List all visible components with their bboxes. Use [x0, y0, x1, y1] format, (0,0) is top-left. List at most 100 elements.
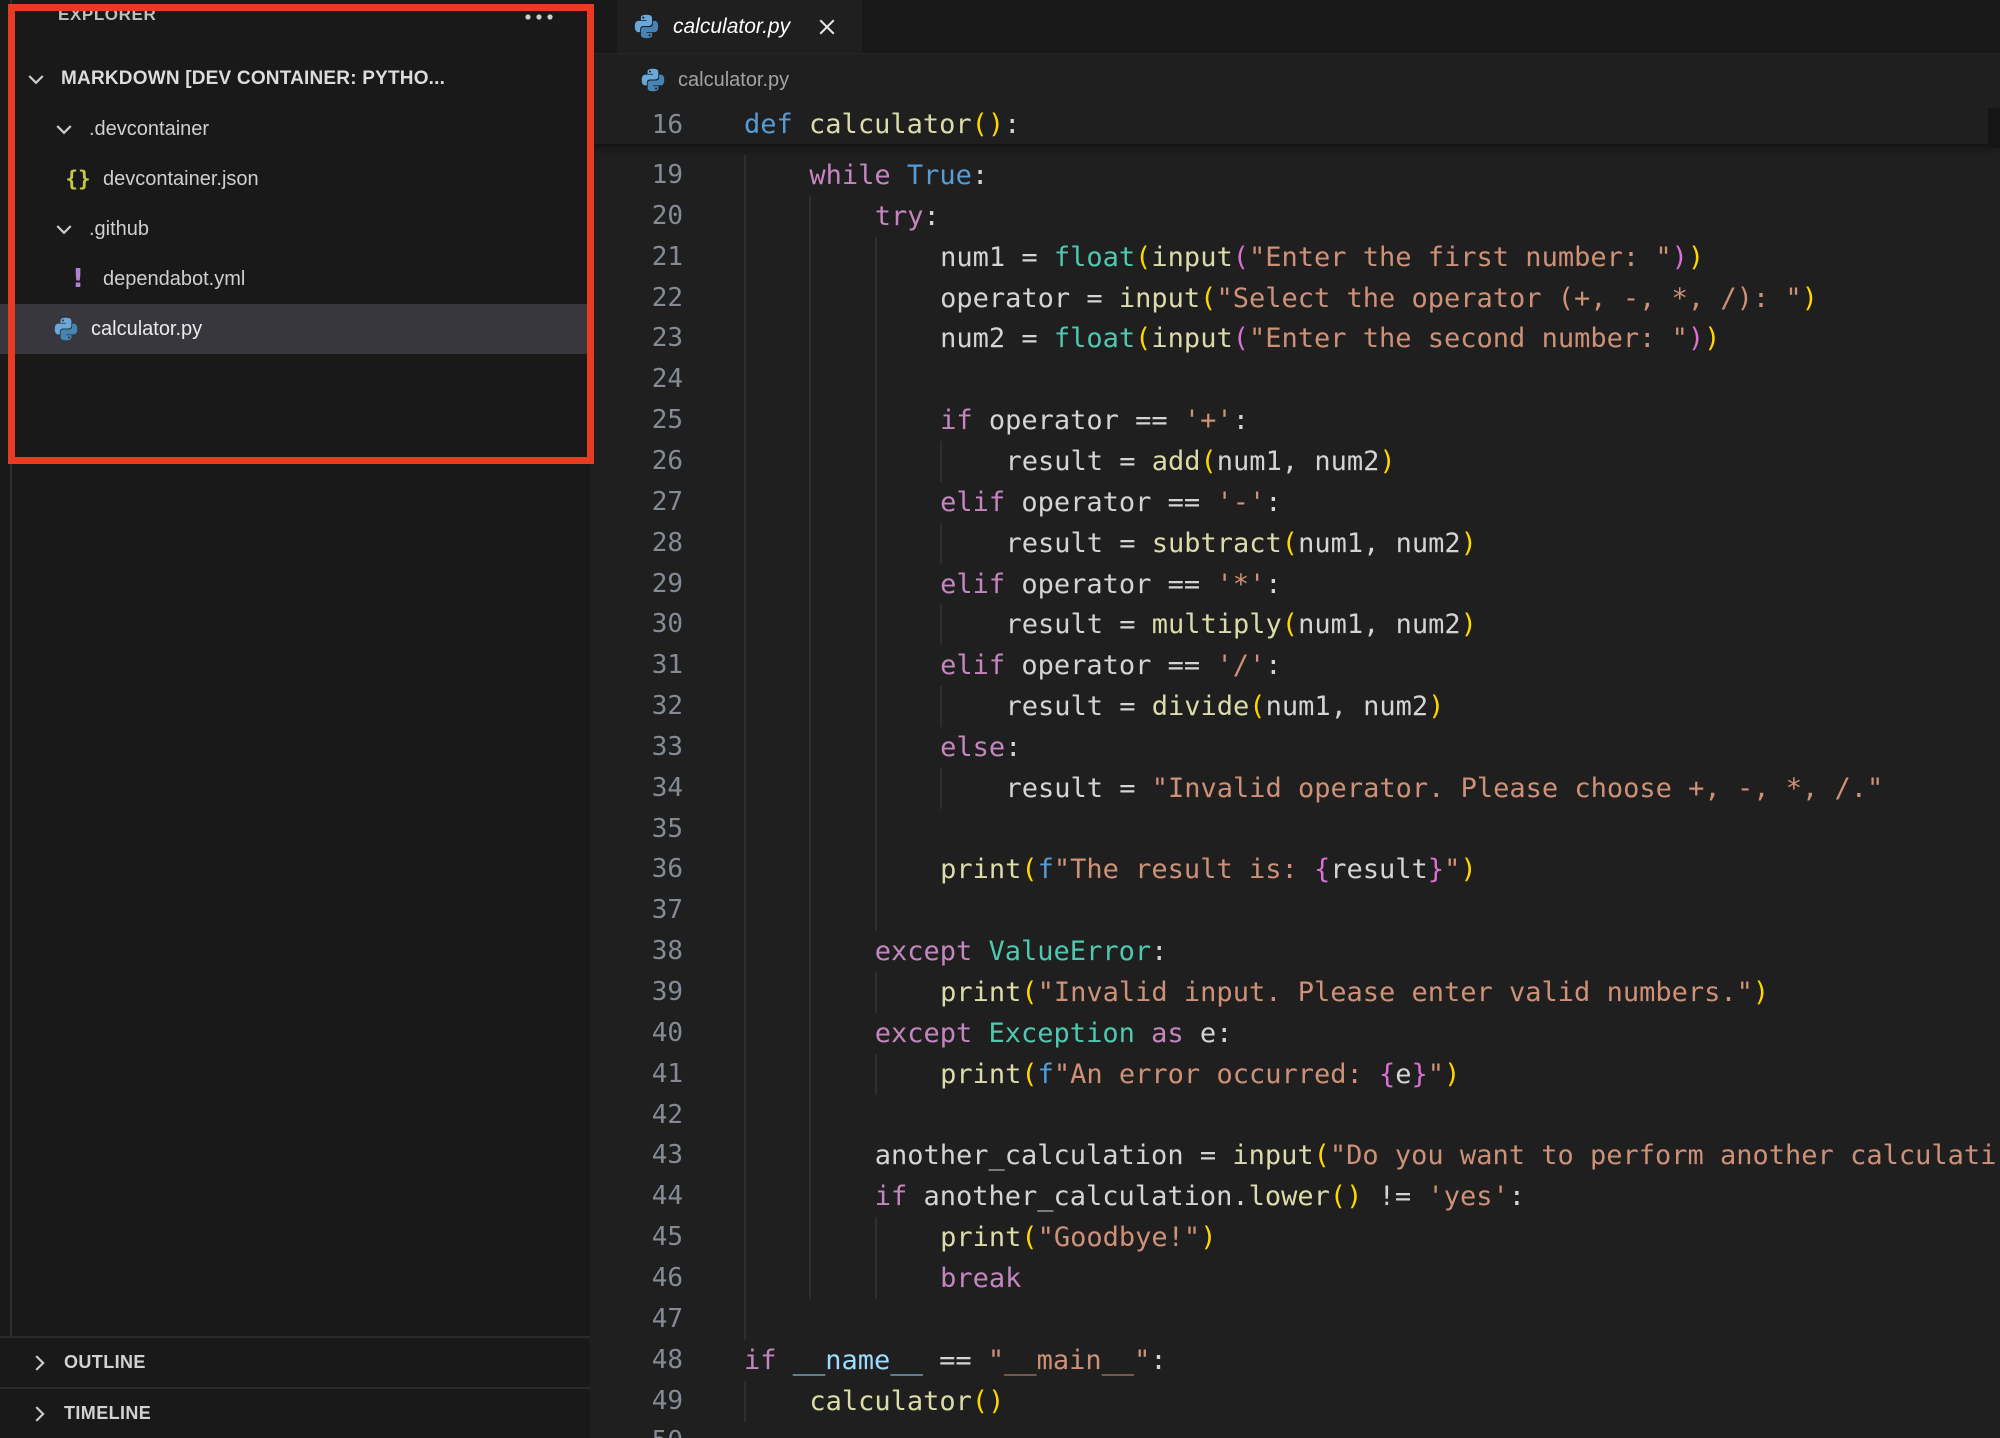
outline-label: OUTLINE: [64, 1352, 146, 1373]
sticky-scroll-line[interactable]: 16def calculator():: [590, 106, 2000, 146]
line-number: 44: [590, 1176, 683, 1217]
indent-guide: [744, 1095, 746, 1136]
breadcrumb-file-label: calculator.py: [678, 69, 789, 92]
indent-guide: [744, 809, 746, 850]
tree-item-dependabot-yml[interactable]: !dependabot.yml: [0, 254, 654, 304]
indent-guide: [809, 890, 811, 931]
indent-guide: [875, 441, 877, 482]
code-line-text: else:: [940, 727, 1021, 768]
sticky-line-text: def calculator():: [744, 106, 1020, 144]
indent-guide: [875, 809, 877, 850]
line-number: 24: [590, 359, 683, 400]
line-number: 46: [590, 1258, 683, 1299]
tree-item-label: .github: [89, 218, 149, 241]
indent-guide: [875, 890, 877, 931]
more-actions-icon[interactable]: [518, 4, 562, 30]
tree-item-github[interactable]: .github: [0, 204, 640, 254]
indent-guide: [809, 1176, 811, 1217]
breadcrumb-item-file[interactable]: calculator.py: [640, 67, 789, 93]
line-number: 33: [590, 727, 683, 768]
explorer-sidebar: EXPLORER MARKDOWN [DEV CONTAINER: PYTHO.…: [0, 0, 590, 1438]
indent-guide: [940, 523, 942, 564]
line-number: 27: [590, 482, 683, 523]
code-line-33: 33 else:: [590, 727, 2000, 768]
code-line-32: 32result = divide(num1, num2): [590, 686, 2000, 727]
code-line-37: 37: [590, 890, 2000, 931]
tree-item-devcontainer-json[interactable]: {}devcontainer.json: [0, 154, 654, 204]
indent-guide: [744, 400, 746, 441]
tab-bar: calculator.py: [590, 0, 2000, 54]
indent-guide: [809, 686, 811, 727]
tree-item-markdown-dev-container-pytho[interactable]: MARKDOWN [DEV CONTAINER: PYTHO...: [0, 54, 612, 104]
code-line-23: 23num2 = float(input("Enter the second n…: [590, 318, 2000, 359]
code-line-30: 30result = multiply(num1, num2): [590, 604, 2000, 645]
code-line-text: elif operator == '-':: [940, 482, 1281, 523]
indent-guide: [875, 237, 877, 278]
chevron-right-icon: [28, 1403, 50, 1425]
outline-section-header[interactable]: OUTLINE: [0, 1336, 590, 1387]
code-line-25: 25if operator == '+':: [590, 400, 2000, 441]
indent-guide: [809, 278, 811, 319]
indent-guide: [875, 1054, 877, 1095]
code-line-39: 39print("Invalid input. Please enter val…: [590, 972, 2000, 1013]
code-line-41: 41print(f"An error occurred: {e}"): [590, 1054, 2000, 1095]
indent-guide: [809, 727, 811, 768]
tree-item-calculator-py[interactable]: calculator.py: [0, 304, 642, 354]
indent-guide: [809, 237, 811, 278]
indent-guide: [809, 564, 811, 605]
line-number: 35: [590, 809, 683, 850]
indent-guide: [744, 1217, 746, 1258]
code-line-text: calculator(): [809, 1381, 1004, 1422]
sidebar-bottom-panels: OUTLINE TIMELINE: [0, 1336, 590, 1438]
code-line-31: 31elif operator == '/':: [590, 645, 2000, 686]
explorer-title: EXPLORER: [58, 5, 156, 25]
indent-guide: [809, 849, 811, 890]
chevron-down-icon: [50, 215, 78, 243]
indent-guide: [875, 645, 877, 686]
indent-guide: [744, 155, 746, 196]
code-editor[interactable]: 171819while True:20try:21num1 = float(in…: [590, 106, 2000, 1438]
editor-group: calculator.py calculator.py 171819while …: [590, 0, 2000, 1438]
indent-guide: [744, 318, 746, 359]
indent-guide: [744, 564, 746, 605]
indent-guide: [809, 1054, 811, 1095]
indent-guide: [940, 441, 942, 482]
code-line-36: 36print(f"The result is: {result}"): [590, 849, 2000, 890]
indent-guide: [809, 482, 811, 523]
indent-guide: [875, 727, 877, 768]
indent-guide: [940, 768, 942, 809]
indent-guide: [744, 523, 746, 564]
indent-guide: [744, 931, 746, 972]
close-icon[interactable]: [812, 12, 842, 42]
indent-guide: [744, 768, 746, 809]
indent-guide: [940, 604, 942, 645]
line-number: 49: [590, 1381, 683, 1422]
indent-guide: [744, 849, 746, 890]
chevron-down-icon: [22, 65, 50, 93]
code-line-text: break: [940, 1258, 1021, 1299]
code-line-text: try:: [875, 196, 940, 237]
indent-guide: [875, 278, 877, 319]
tree-item-label: calculator.py: [91, 318, 202, 341]
code-line-43: 43another_calculation = input("Do you wa…: [590, 1135, 2000, 1176]
code-line-text: print(f"An error occurred: {e}"): [940, 1054, 1460, 1095]
indent-guide: [809, 359, 811, 400]
code-line-46: 46 break: [590, 1258, 2000, 1299]
chevron-right-icon: [28, 1352, 50, 1374]
line-number: 48: [590, 1340, 683, 1381]
indent-guide: [744, 890, 746, 931]
code-line-27: 27 elif operator == '-':: [590, 482, 2000, 523]
indent-guide: [744, 1013, 746, 1054]
indent-guide: [809, 1135, 811, 1176]
tab-calculator-py[interactable]: calculator.py: [617, 0, 862, 53]
code-line-text: except ValueError:: [875, 931, 1168, 972]
timeline-section-header[interactable]: TIMELINE: [0, 1387, 590, 1438]
code-line-text: result = multiply(num1, num2): [1005, 604, 1476, 645]
code-line-text: if operator == '+':: [940, 400, 1249, 441]
line-number: 29: [590, 564, 683, 605]
indent-guide: [809, 931, 811, 972]
tree-item-devcontainer[interactable]: .devcontainer: [0, 104, 640, 154]
indent-guide: [875, 359, 877, 400]
indent-guide: [809, 1217, 811, 1258]
code-line-text: result = divide(num1, num2): [1005, 686, 1444, 727]
